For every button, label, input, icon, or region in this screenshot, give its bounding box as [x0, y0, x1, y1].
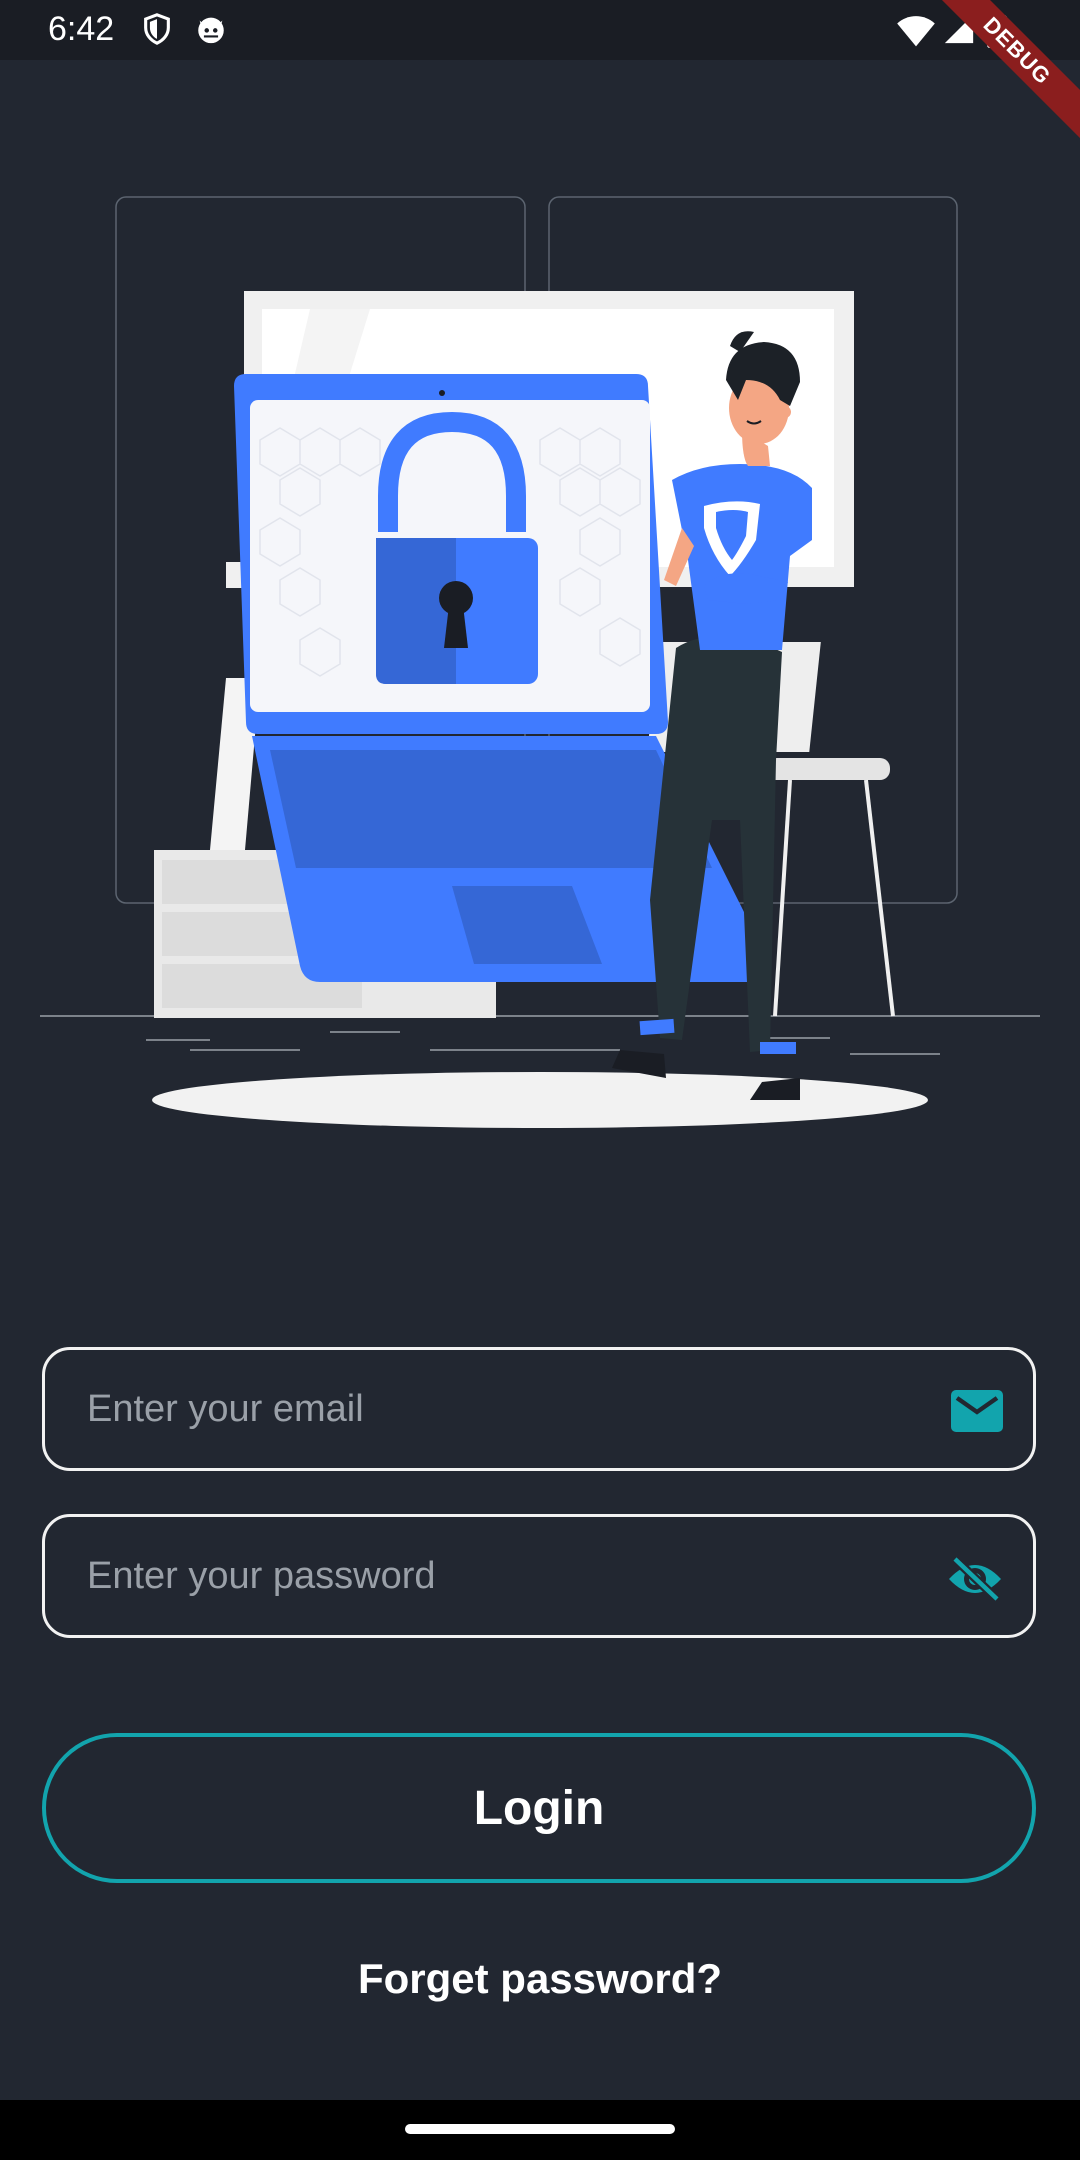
- email-input[interactable]: [45, 1350, 1033, 1468]
- security-illustration: [40, 196, 1040, 1128]
- home-indicator[interactable]: [405, 2124, 675, 2134]
- password-field[interactable]: [42, 1514, 1036, 1638]
- cat-icon: [194, 12, 228, 51]
- eye-off-icon[interactable]: [947, 1555, 1003, 1606]
- forgot-password-link[interactable]: Forget password?: [0, 1955, 1080, 2003]
- mail-icon: [951, 1390, 1003, 1437]
- password-input[interactable]: [45, 1517, 1033, 1635]
- email-field[interactable]: [42, 1347, 1036, 1471]
- wifi-icon: [896, 12, 936, 53]
- status-time: 6:42: [48, 10, 115, 48]
- shield-icon: [140, 12, 174, 51]
- login-button[interactable]: Login: [42, 1733, 1036, 1883]
- status-bar: 6:42: [0, 0, 1080, 60]
